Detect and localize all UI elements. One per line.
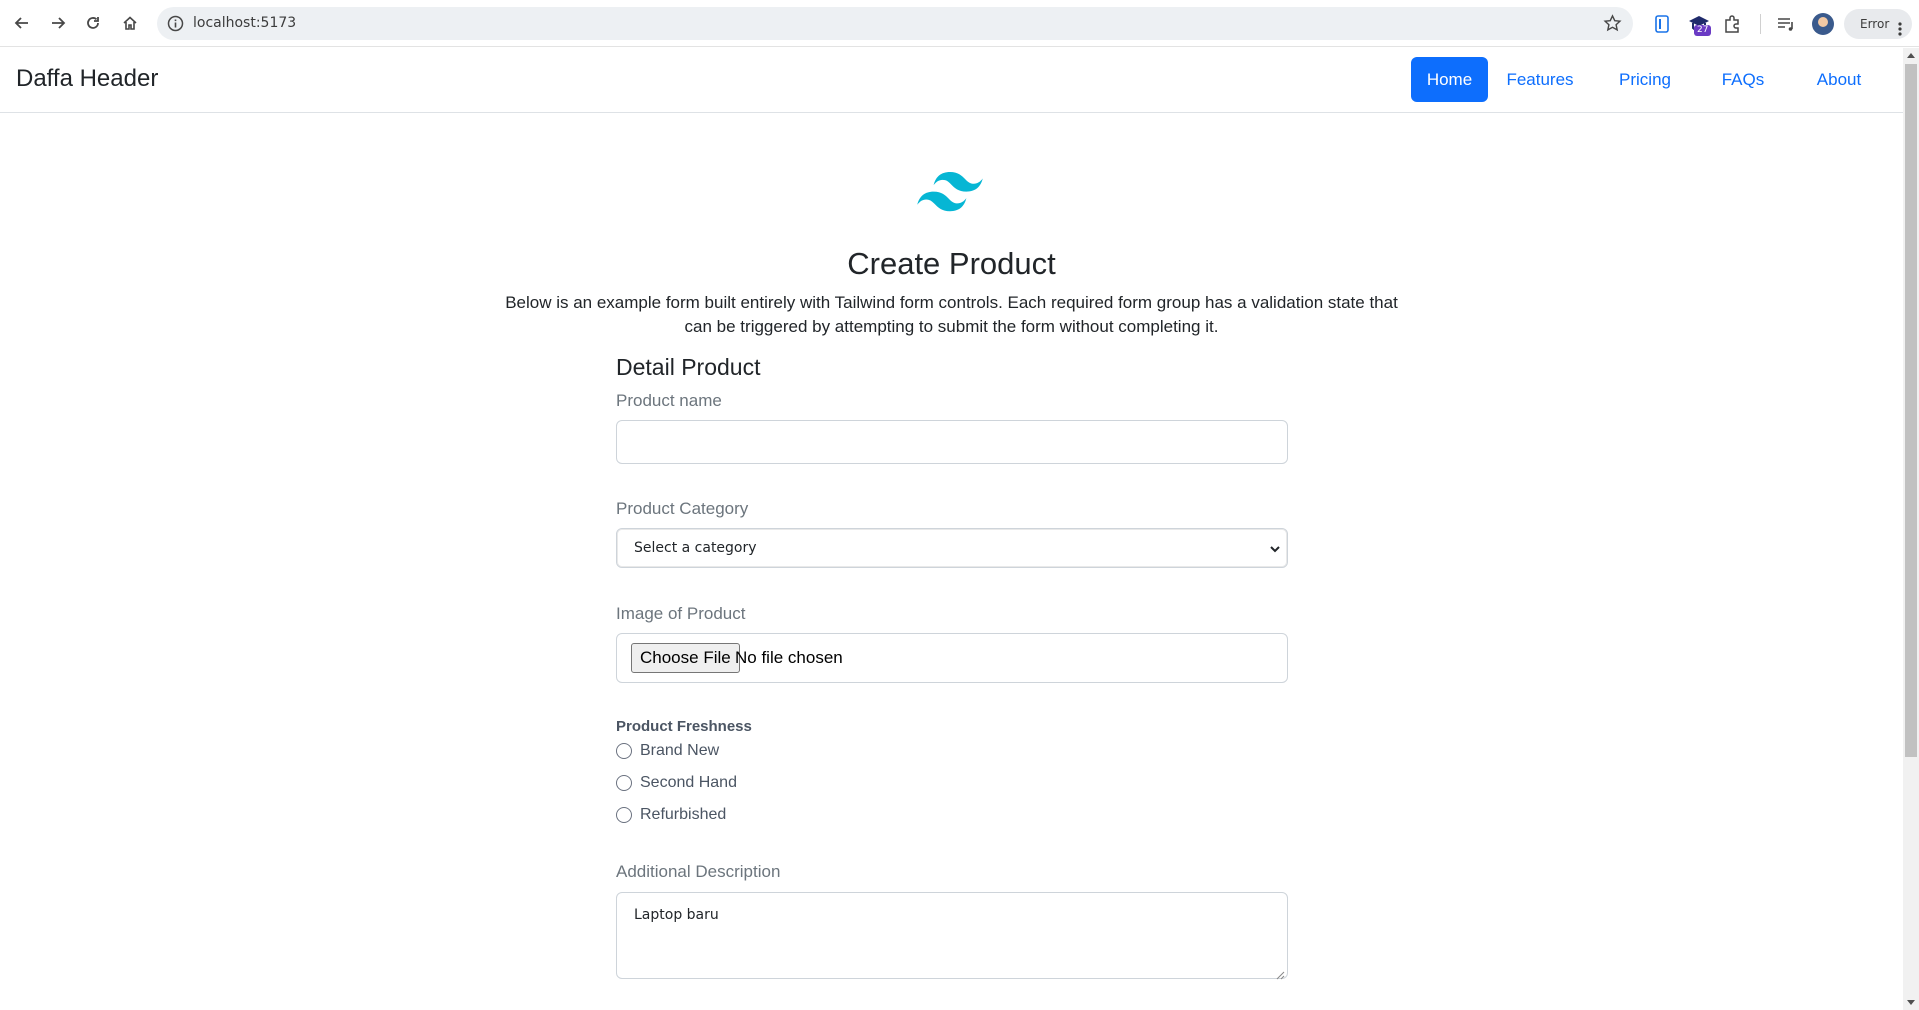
- product-name-input[interactable]: [616, 420, 1288, 464]
- file-status-text: No file chosen: [735, 648, 843, 667]
- scroll-up-arrow-icon[interactable]: [1907, 53, 1915, 58]
- section-title: Detail Product: [616, 354, 761, 380]
- profile-error-button[interactable]: Error: [1844, 9, 1912, 39]
- bookmark-star-icon[interactable]: [1603, 14, 1622, 33]
- reload-icon[interactable]: [81, 11, 105, 35]
- nav-features[interactable]: Features: [1488, 57, 1592, 102]
- media-queue-icon[interactable]: [1775, 13, 1797, 35]
- forward-arrow-icon[interactable]: [46, 11, 70, 35]
- radio-circle[interactable]: [616, 807, 632, 823]
- radio-brand-new[interactable]: Brand New: [616, 742, 719, 760]
- main-nav: Home Features Pricing FAQs About: [1411, 57, 1886, 102]
- freshness-label: Product Freshness: [616, 718, 752, 735]
- scrollbar-thumb[interactable]: [1905, 64, 1917, 757]
- nav-about[interactable]: About: [1792, 57, 1886, 102]
- choose-file-button[interactable]: Choose File: [631, 643, 740, 673]
- reading-mode-icon[interactable]: [1651, 13, 1673, 35]
- description-textarea[interactable]: Laptop baru: [616, 892, 1288, 980]
- browser-toolbar: localhost:5173 27 Error: [0, 0, 1919, 47]
- resize-grip-icon[interactable]: [1276, 967, 1285, 980]
- home-icon[interactable]: [118, 11, 142, 35]
- radio-circle[interactable]: [616, 775, 632, 791]
- profile-error-label: Error: [1860, 17, 1890, 31]
- back-arrow-icon[interactable]: [10, 11, 34, 35]
- radio-circle[interactable]: [616, 743, 632, 759]
- description-label: Additional Description: [616, 862, 781, 881]
- radio-label: Refurbished: [640, 806, 727, 823]
- image-file-input[interactable]: Choose File No file chosen: [616, 633, 1288, 683]
- tailwind-logo-icon: [917, 172, 983, 212]
- description-value: Laptop baru: [634, 907, 719, 923]
- nav-pricing[interactable]: Pricing: [1593, 57, 1697, 102]
- site-header: Daffa Header Home Features Pricing FAQs …: [0, 48, 1903, 113]
- page-viewport: Daffa Header Home Features Pricing FAQs …: [0, 48, 1903, 1010]
- address-bar[interactable]: localhost:5173: [157, 7, 1633, 40]
- product-category-value: Select a category: [634, 540, 757, 556]
- site-info-icon[interactable]: [167, 15, 184, 32]
- extension-badge: 27: [1694, 25, 1712, 36]
- product-category-select[interactable]: Select a category: [616, 528, 1288, 568]
- nav-faqs[interactable]: FAQs: [1702, 57, 1784, 102]
- profile-avatar[interactable]: [1812, 13, 1834, 35]
- radio-label: Second Hand: [640, 774, 737, 791]
- radio-refurbished[interactable]: Refurbished: [616, 806, 726, 824]
- page-scrollbar[interactable]: [1903, 48, 1919, 1010]
- brand-title[interactable]: Daffa Header: [16, 65, 158, 93]
- page-description: Below is an example form built entirely …: [505, 293, 1398, 336]
- radio-label: Brand New: [640, 742, 720, 759]
- product-name-label: Product name: [616, 391, 722, 410]
- kebab-menu-icon[interactable]: [1898, 17, 1902, 36]
- image-label: Image of Product: [616, 604, 746, 623]
- radio-second-hand[interactable]: Second Hand: [616, 774, 737, 792]
- toolbar-divider: [1760, 14, 1761, 34]
- chevron-down-icon: [1269, 542, 1281, 554]
- scroll-down-arrow-icon[interactable]: [1907, 1000, 1915, 1005]
- nav-home[interactable]: Home: [1411, 57, 1488, 102]
- extensions-puzzle-icon[interactable]: [1722, 13, 1744, 35]
- product-category-label: Product Category: [616, 499, 749, 518]
- url-text: localhost:5173: [193, 15, 297, 31]
- page-title: Create Product: [847, 246, 1056, 281]
